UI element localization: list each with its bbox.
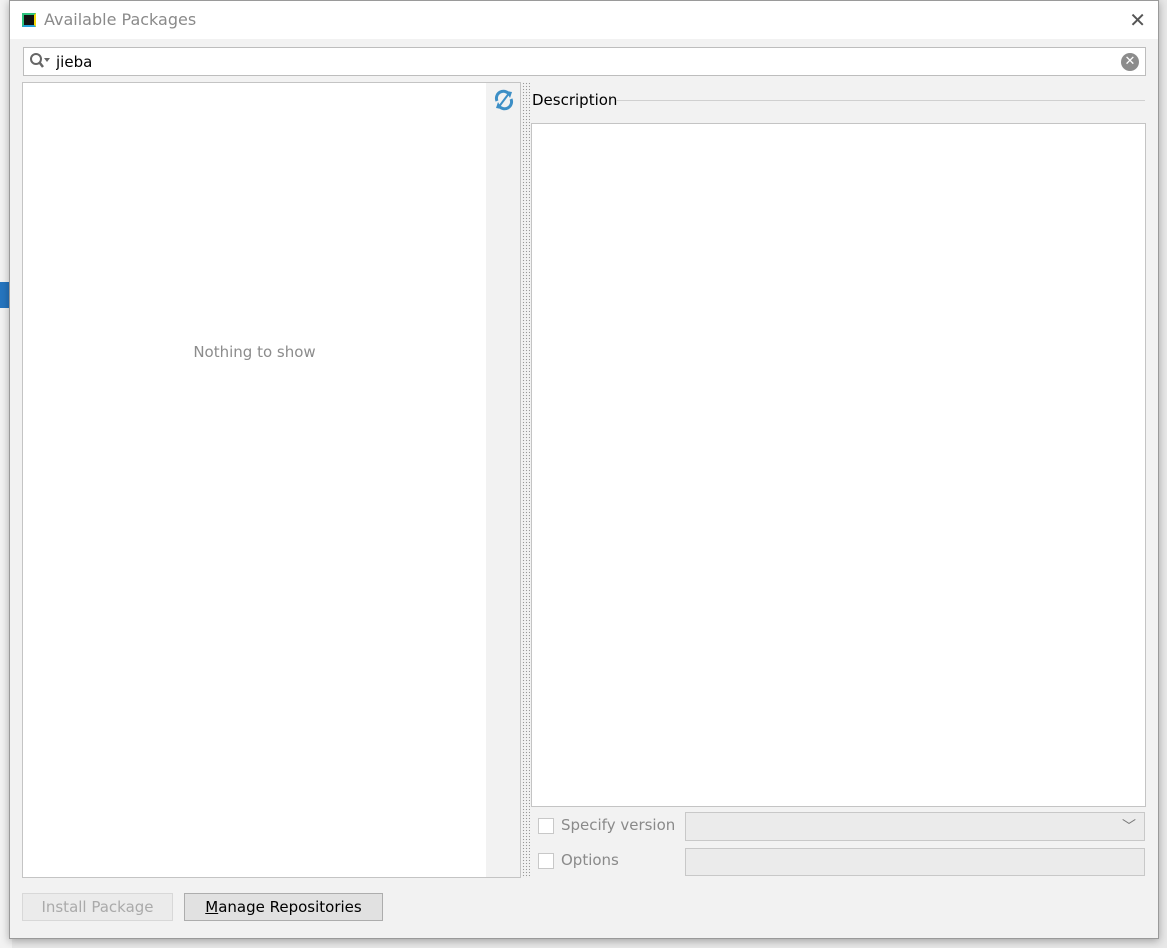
- app-icon: [22, 13, 36, 27]
- clear-search-icon[interactable]: ✕: [1121, 53, 1139, 71]
- search-field[interactable]: ✕: [23, 47, 1146, 76]
- chevron-down-icon: ﹀: [1122, 819, 1136, 835]
- list-toolbar: [486, 82, 521, 878]
- dialog-title: Available Packages: [44, 10, 197, 29]
- options-checkbox[interactable]: [538, 853, 554, 869]
- specify-version-checkbox[interactable]: [538, 818, 554, 834]
- manage-button-label: anage Repositories: [218, 898, 362, 916]
- refresh-icon[interactable]: [493, 89, 515, 111]
- search-icon[interactable]: [29, 52, 51, 70]
- manage-repositories-button[interactable]: Manage Repositories: [184, 893, 383, 921]
- title-bar: Available Packages ✕: [10, 1, 1158, 39]
- mnemonic-letter: M: [205, 898, 219, 916]
- version-dropdown[interactable]: ﹀: [685, 812, 1145, 841]
- search-input[interactable]: [56, 51, 1106, 72]
- available-packages-dialog: Available Packages ✕ ✕ Nothing to show D…: [9, 0, 1159, 939]
- description-panel: [531, 123, 1146, 807]
- options-input[interactable]: [685, 848, 1145, 876]
- description-divider: [616, 100, 1145, 101]
- panel-splitter[interactable]: [522, 82, 530, 878]
- install-package-button[interactable]: Install Package: [22, 893, 173, 921]
- close-icon[interactable]: ✕: [1129, 8, 1146, 32]
- specify-version-label: Specify version: [561, 816, 676, 834]
- package-list[interactable]: Nothing to show: [22, 82, 487, 878]
- description-label: Description: [532, 91, 618, 109]
- options-label: Options: [561, 851, 619, 869]
- empty-list-text: Nothing to show: [193, 343, 316, 361]
